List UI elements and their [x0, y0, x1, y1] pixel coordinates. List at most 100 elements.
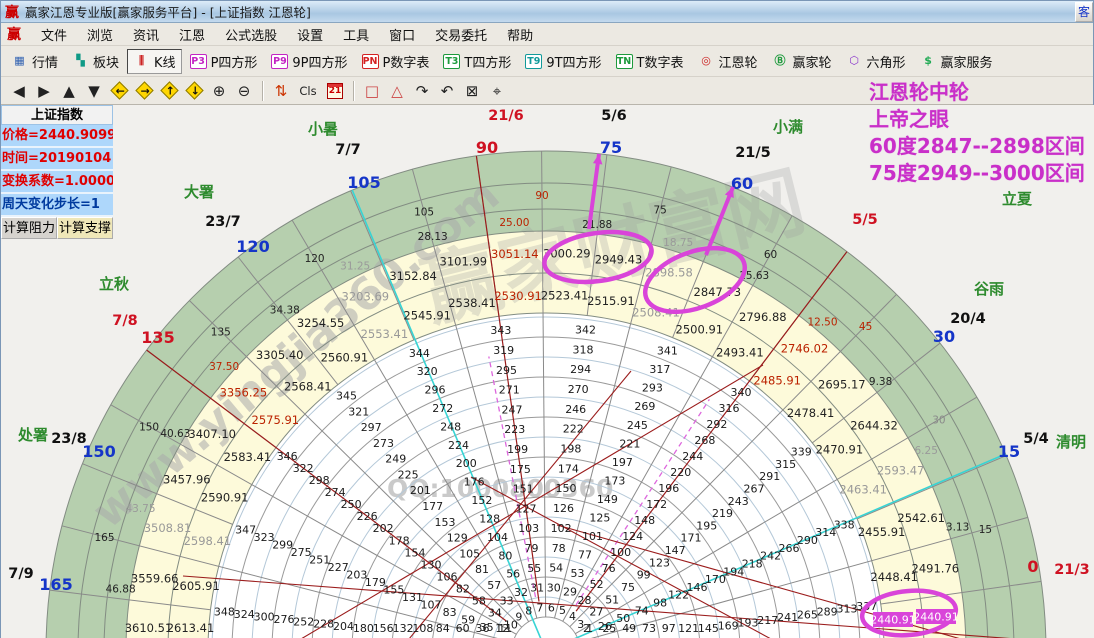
svg-text:251: 251: [309, 554, 330, 567]
zoom-in-button[interactable]: ⊕: [207, 80, 231, 102]
zoom-out-button[interactable]: ⊖: [232, 80, 256, 102]
svg-text:347: 347: [235, 524, 256, 537]
cls-button[interactable]: Cls: [294, 80, 322, 102]
wheel-left-button[interactable]: ←: [107, 80, 131, 102]
winner-wheel-button-label: 赢家轮: [793, 52, 832, 71]
svg-text:248: 248: [440, 420, 461, 433]
svg-text:105: 105: [347, 173, 380, 192]
svg-text:90: 90: [476, 138, 498, 157]
price-row: 价格=2440.9099: [1, 125, 113, 148]
calc-resistance-button[interactable]: 计算阻力: [1, 217, 57, 239]
t9-square-button[interactable]: T99T四方形: [519, 49, 607, 74]
page-up-button[interactable]: ▲: [57, 80, 81, 102]
service-button[interactable]: $赢家服务: [914, 49, 999, 74]
menu-item-8[interactable]: 交易委托: [425, 23, 497, 46]
svg-text:2644.32: 2644.32: [850, 419, 898, 433]
rotate-cw-button[interactable]: ↷: [410, 80, 434, 102]
delete-box-button[interactable]: ⊠: [460, 80, 484, 102]
p9-square-button[interactable]: P99P四方形: [265, 49, 353, 74]
svg-text:90: 90: [535, 190, 548, 202]
svg-text:344: 344: [409, 347, 430, 360]
menu-item-5[interactable]: 设置: [287, 23, 333, 46]
svg-text:313: 313: [837, 603, 858, 616]
step-row: 周天变化步长=1: [1, 194, 113, 217]
sectors-button[interactable]: ▚板块: [66, 49, 125, 74]
p-square-button[interactable]: P3P四方形: [184, 49, 264, 74]
svg-text:73: 73: [642, 622, 656, 635]
svg-text:126: 126: [553, 502, 574, 515]
svg-text:82: 82: [456, 582, 470, 595]
svg-text:80: 80: [498, 549, 512, 562]
triangle-tool-button[interactable]: △: [385, 80, 409, 102]
svg-text:大署: 大署: [184, 183, 214, 201]
svg-text:81: 81: [475, 563, 489, 576]
quotes-button[interactable]: ▦行情: [5, 49, 64, 74]
crosshair-button[interactable]: ⌖: [485, 80, 509, 102]
quotes-button-label: 行情: [32, 52, 58, 71]
svg-text:148: 148: [634, 514, 655, 527]
prev-button[interactable]: ◀: [7, 80, 31, 102]
svg-text:196: 196: [658, 482, 679, 495]
svg-text:291: 291: [759, 470, 780, 483]
winner-wheel-button[interactable]: Ⓑ赢家轮: [766, 49, 838, 74]
svg-text:57: 57: [487, 579, 501, 592]
next-button[interactable]: ▶: [32, 80, 56, 102]
svg-text:345: 345: [336, 390, 357, 403]
svg-text:54: 54: [549, 562, 563, 575]
svg-text:小满: 小满: [773, 118, 803, 136]
wheel-right-button[interactable]: →: [132, 80, 156, 102]
svg-text:178: 178: [389, 534, 410, 547]
svg-text:153: 153: [435, 516, 456, 529]
svg-text:339: 339: [791, 446, 812, 459]
svg-text:25.00: 25.00: [499, 217, 529, 229]
svg-text:267: 267: [744, 483, 765, 496]
svg-text:193: 193: [738, 617, 759, 630]
svg-text:322: 322: [293, 462, 314, 475]
svg-text:120: 120: [305, 253, 325, 265]
customer-service-button[interactable]: 客: [1075, 2, 1093, 22]
t9-icon: T9: [525, 54, 542, 69]
page-down-button[interactable]: ▼: [82, 80, 106, 102]
svg-text:145: 145: [698, 622, 719, 635]
svg-text:20/4: 20/4: [950, 311, 986, 327]
svg-text:176: 176: [464, 476, 485, 489]
svg-text:3305.40: 3305.40: [256, 348, 304, 362]
hexagon-button-label: 六角形: [867, 52, 906, 71]
wheel-up-button[interactable]: ↑: [157, 80, 181, 102]
app-logo-icon: 赢: [5, 2, 19, 22]
svg-text:320: 320: [417, 365, 438, 378]
svg-text:272: 272: [432, 402, 453, 415]
updown-button[interactable]: ⇅: [269, 80, 293, 102]
svg-text:346: 346: [277, 450, 298, 463]
menu-item-0[interactable]: 文件: [31, 23, 77, 46]
svg-text:343: 343: [490, 324, 511, 337]
menu-item-4[interactable]: 公式选股: [215, 23, 287, 46]
hexagon-button[interactable]: ⬡六角形: [840, 49, 912, 74]
title-bar: 赢 赢家江恩专业版[赢家服务平台] - [上证指数 江恩轮] 客: [1, 1, 1093, 23]
svg-text:5/6: 5/6: [601, 108, 626, 124]
menu-item-3[interactable]: 江恩: [169, 23, 215, 46]
t-square-button[interactable]: T3T四方形: [437, 49, 517, 74]
svg-text:149: 149: [597, 493, 618, 506]
menu-item-1[interactable]: 浏览: [77, 23, 123, 46]
calc-support-button[interactable]: 计算支撑: [57, 217, 113, 239]
svg-text:3356.25: 3356.25: [220, 386, 268, 400]
svg-text:340: 340: [731, 386, 752, 399]
calendar-button[interactable]: 21: [323, 80, 347, 102]
p-table-button[interactable]: PNP数字表: [356, 49, 436, 74]
svg-text:12: 12: [495, 622, 509, 635]
menu-item-2[interactable]: 资讯: [123, 23, 169, 46]
menu-item-7[interactable]: 窗口: [379, 23, 425, 46]
menu-item-9[interactable]: 帮助: [497, 23, 543, 46]
wheel-down-button[interactable]: ↓: [182, 80, 206, 102]
svg-text:21.88: 21.88: [582, 219, 612, 231]
gann-wheel-button[interactable]: ◎江恩轮: [692, 49, 764, 74]
rotate-ccw-button[interactable]: ↶: [435, 80, 459, 102]
menu-item-6[interactable]: 工具: [333, 23, 379, 46]
t-table-button[interactable]: TNT数字表: [610, 49, 690, 74]
square-tool-button[interactable]: □: [360, 80, 384, 102]
kline-button[interactable]: ⫼K线: [127, 49, 182, 74]
svg-text:275: 275: [291, 546, 312, 559]
svg-text:245: 245: [627, 419, 648, 432]
svg-text:298: 298: [309, 474, 330, 487]
